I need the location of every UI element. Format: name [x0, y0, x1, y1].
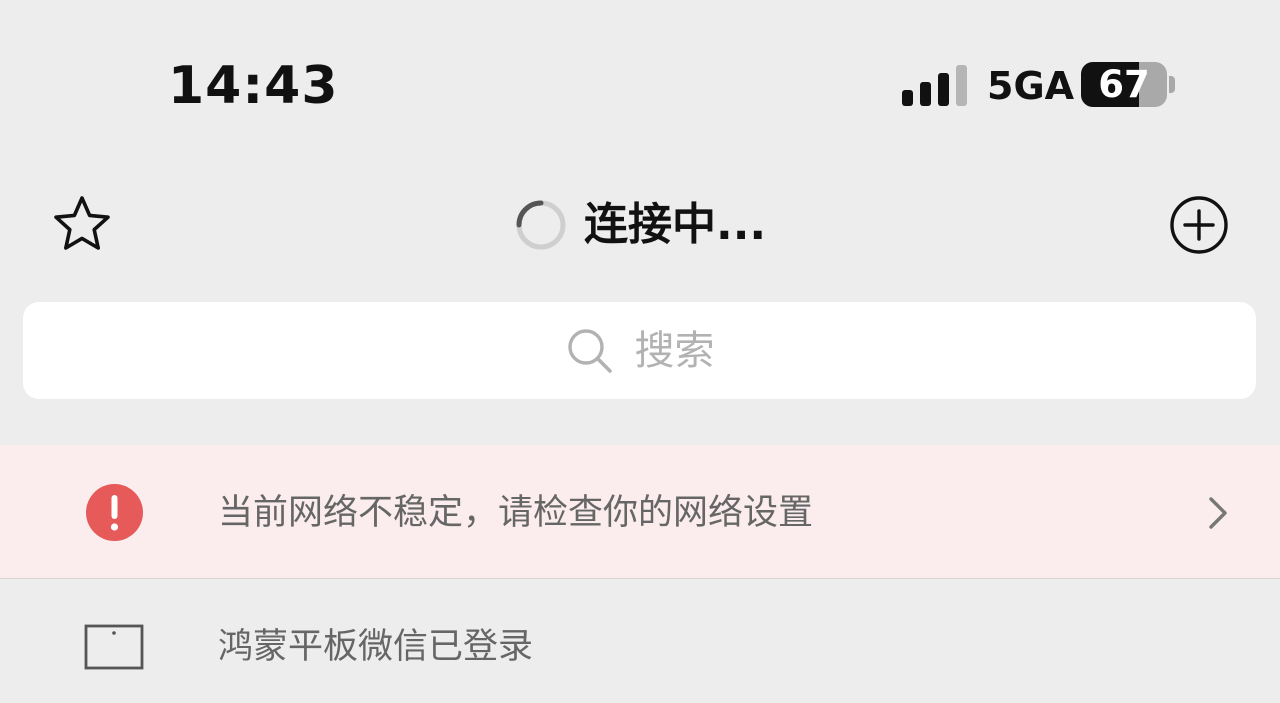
device-login-row[interactable] [0, 579, 1280, 703]
battery-percent: 67 [1098, 63, 1150, 106]
add-circle-icon[interactable] [1168, 194, 1230, 256]
battery-icon: 67 [1081, 62, 1167, 107]
signal-bar-3 [938, 73, 949, 106]
device-login-text: 鸿蒙平板微信已登录 [218, 627, 534, 667]
page-title: 连接中... [584, 199, 767, 250]
network-type: 5GA [987, 64, 1075, 108]
signal-bar-2 [920, 82, 931, 106]
loading-spinner-icon [516, 200, 566, 250]
header-title: 连接中... [514, 196, 766, 254]
search-input[interactable]: 搜索 [23, 302, 1256, 399]
search-icon [567, 328, 612, 373]
signal-bar-1 [902, 90, 913, 106]
signal-bar-4 [956, 65, 967, 106]
battery-tip [1169, 76, 1175, 93]
signal-strength-icon [902, 64, 970, 106]
star-icon[interactable] [50, 192, 114, 256]
network-notice-text: 当前网络不稳定，请检查你的网络设置 [218, 493, 814, 533]
chat-list-screen: 14:43 5GA 67 连接中... 搜索 当前网络不稳定，请检查你的网络设置… [0, 0, 1280, 703]
alert-icon [86, 484, 143, 541]
chevron-right-icon [1209, 497, 1227, 529]
status-time: 14:43 [168, 56, 339, 116]
search-placeholder: 搜索 [634, 327, 715, 374]
tablet-icon [84, 624, 144, 670]
